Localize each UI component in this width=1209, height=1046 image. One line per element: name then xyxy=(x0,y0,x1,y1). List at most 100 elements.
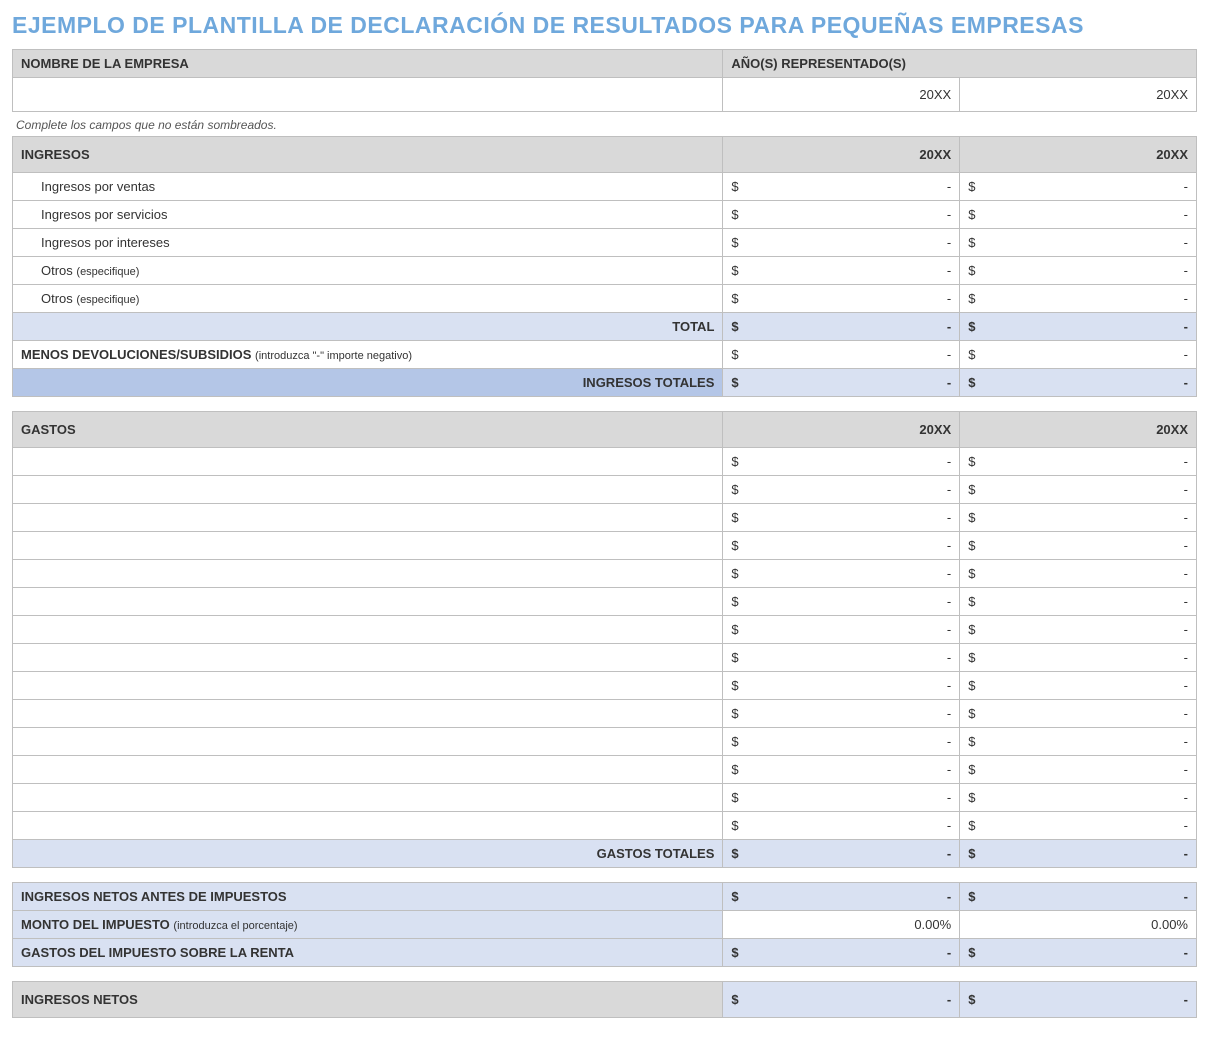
income-tax-expense-v2: $- xyxy=(960,939,1197,967)
gastos-row-label[interactable] xyxy=(13,448,723,476)
ingresos-year2: 20XX xyxy=(960,137,1197,173)
years-represented-label: AÑO(S) REPRESENTADO(S) xyxy=(723,50,1197,78)
gastos-row-label[interactable] xyxy=(13,476,723,504)
gastos-row-v2[interactable]: $- xyxy=(960,812,1197,840)
gastos-row: $-$- xyxy=(13,728,1197,756)
ingresos-row-v2[interactable]: $- xyxy=(960,201,1197,229)
ingresos-header: INGRESOS xyxy=(13,137,723,173)
gastos-row-label[interactable] xyxy=(13,728,723,756)
year1-input[interactable]: 20XX xyxy=(723,78,960,112)
gastos-row: $-$- xyxy=(13,560,1197,588)
gastos-row-label[interactable] xyxy=(13,560,723,588)
gastos-row-v2[interactable]: $- xyxy=(960,504,1197,532)
gastos-year2: 20XX xyxy=(960,412,1197,448)
ingresos-row-v1[interactable]: $- xyxy=(723,285,960,313)
gastos-row: $-$- xyxy=(13,784,1197,812)
gastos-row-v2[interactable]: $- xyxy=(960,784,1197,812)
gastos-row: $-$- xyxy=(13,588,1197,616)
instruction-text: Complete los campos que no están sombrea… xyxy=(16,118,1197,132)
gastos-row-v1[interactable]: $- xyxy=(723,616,960,644)
ingresos-row-label: Ingresos por intereses xyxy=(13,229,723,257)
gastos-row-v1[interactable]: $- xyxy=(723,672,960,700)
gastos-row: $-$- xyxy=(13,756,1197,784)
ingresos-row-label: Otros (especifique) xyxy=(13,257,723,285)
gastos-row-v2[interactable]: $- xyxy=(960,700,1197,728)
menos-devoluciones-v1[interactable]: $- xyxy=(723,341,960,369)
gastos-row-v2[interactable]: $- xyxy=(960,560,1197,588)
gastos-row-label[interactable] xyxy=(13,588,723,616)
ingresos-row-v2[interactable]: $- xyxy=(960,257,1197,285)
income-tax-expense-v1: $- xyxy=(723,939,960,967)
ingresos-table: INGRESOS 20XX 20XX Ingresos por ventas$-… xyxy=(12,136,1197,397)
gastos-row-label[interactable] xyxy=(13,532,723,560)
gastos-row-v2[interactable]: $- xyxy=(960,756,1197,784)
gastos-row: $-$- xyxy=(13,476,1197,504)
company-name-label: NOMBRE DE LA EMPRESA xyxy=(13,50,723,78)
tax-amount-v1[interactable]: 0.00% xyxy=(723,911,960,939)
ingresos-row-v2[interactable]: $- xyxy=(960,173,1197,201)
gastos-row-label[interactable] xyxy=(13,672,723,700)
gastos-row-v1[interactable]: $- xyxy=(723,504,960,532)
gastos-row-v2[interactable]: $- xyxy=(960,532,1197,560)
gastos-table: GASTOS 20XX 20XX $-$-$-$-$-$-$-$-$-$-$-$… xyxy=(12,411,1197,868)
summary-table: INGRESOS NETOS ANTES DE IMPUESTOS $- $- … xyxy=(12,882,1197,967)
gastos-row: $-$- xyxy=(13,644,1197,672)
gastos-row-v1[interactable]: $- xyxy=(723,728,960,756)
gastos-row-label[interactable] xyxy=(13,504,723,532)
gastos-row-label[interactable] xyxy=(13,812,723,840)
gastos-row-v2[interactable]: $- xyxy=(960,728,1197,756)
gastos-row-label[interactable] xyxy=(13,700,723,728)
year2-input[interactable]: 20XX xyxy=(960,78,1197,112)
gastos-row-v2[interactable]: $- xyxy=(960,644,1197,672)
gastos-row-label[interactable] xyxy=(13,616,723,644)
gastos-totales-v2: $- xyxy=(960,840,1197,868)
ingresos-total-v1: $- xyxy=(723,313,960,341)
ingresos-row-v1[interactable]: $- xyxy=(723,173,960,201)
gastos-row-label[interactable] xyxy=(13,644,723,672)
net-before-tax-label: INGRESOS NETOS ANTES DE IMPUESTOS xyxy=(13,883,723,911)
gastos-totales-label: GASTOS TOTALES xyxy=(13,840,723,868)
gastos-row-v2[interactable]: $- xyxy=(960,672,1197,700)
net-before-tax-v2: $- xyxy=(960,883,1197,911)
ingresos-row-label: Otros (especifique) xyxy=(13,285,723,313)
gastos-row: $-$- xyxy=(13,700,1197,728)
ingresos-totales-v1: $- xyxy=(723,369,960,397)
gastos-row-v1[interactable]: $- xyxy=(723,532,960,560)
ingresos-row: Otros (especifique)$-$- xyxy=(13,285,1197,313)
gastos-row-v2[interactable]: $- xyxy=(960,588,1197,616)
gastos-row-label[interactable] xyxy=(13,756,723,784)
gastos-row-v1[interactable]: $- xyxy=(723,700,960,728)
menos-devoluciones-label: MENOS DEVOLUCIONES/SUBSIDIOS (introduzca… xyxy=(13,341,723,369)
ingresos-total-v2: $- xyxy=(960,313,1197,341)
ingresos-row: Ingresos por intereses$-$- xyxy=(13,229,1197,257)
gastos-row: $-$- xyxy=(13,448,1197,476)
gastos-row-v2[interactable]: $- xyxy=(960,476,1197,504)
gastos-row-v1[interactable]: $- xyxy=(723,644,960,672)
ingresos-row-v2[interactable]: $- xyxy=(960,285,1197,313)
ingresos-row-v2[interactable]: $- xyxy=(960,229,1197,257)
gastos-row-v1[interactable]: $- xyxy=(723,756,960,784)
gastos-row-v1[interactable]: $- xyxy=(723,784,960,812)
gastos-row-v1[interactable]: $- xyxy=(723,476,960,504)
gastos-row-v1[interactable]: $- xyxy=(723,588,960,616)
gastos-row-v2[interactable]: $- xyxy=(960,616,1197,644)
ingresos-row-v1[interactable]: $- xyxy=(723,201,960,229)
gastos-row: $-$- xyxy=(13,532,1197,560)
income-tax-expense-label: GASTOS DEL IMPUESTO SOBRE LA RENTA xyxy=(13,939,723,967)
ingresos-totales-label: INGRESOS TOTALES xyxy=(13,369,723,397)
menos-devoluciones-v2[interactable]: $- xyxy=(960,341,1197,369)
ingresos-row-v1[interactable]: $- xyxy=(723,229,960,257)
gastos-row: $-$- xyxy=(13,616,1197,644)
net-income-table: INGRESOS NETOS $- $- xyxy=(12,981,1197,1018)
ingresos-row-v1[interactable]: $- xyxy=(723,257,960,285)
tax-amount-v2[interactable]: 0.00% xyxy=(960,911,1197,939)
gastos-row-v1[interactable]: $- xyxy=(723,560,960,588)
gastos-row-v1[interactable]: $- xyxy=(723,448,960,476)
gastos-row-label[interactable] xyxy=(13,784,723,812)
gastos-row-v1[interactable]: $- xyxy=(723,812,960,840)
tax-amount-label: MONTO DEL IMPUESTO (introduzca el porcen… xyxy=(13,911,723,939)
gastos-row-v2[interactable]: $- xyxy=(960,448,1197,476)
company-name-input[interactable] xyxy=(13,78,723,112)
ingresos-row: Ingresos por servicios$-$- xyxy=(13,201,1197,229)
page-title: EJEMPLO DE PLANTILLA DE DECLARACIÓN DE R… xyxy=(12,12,1197,39)
